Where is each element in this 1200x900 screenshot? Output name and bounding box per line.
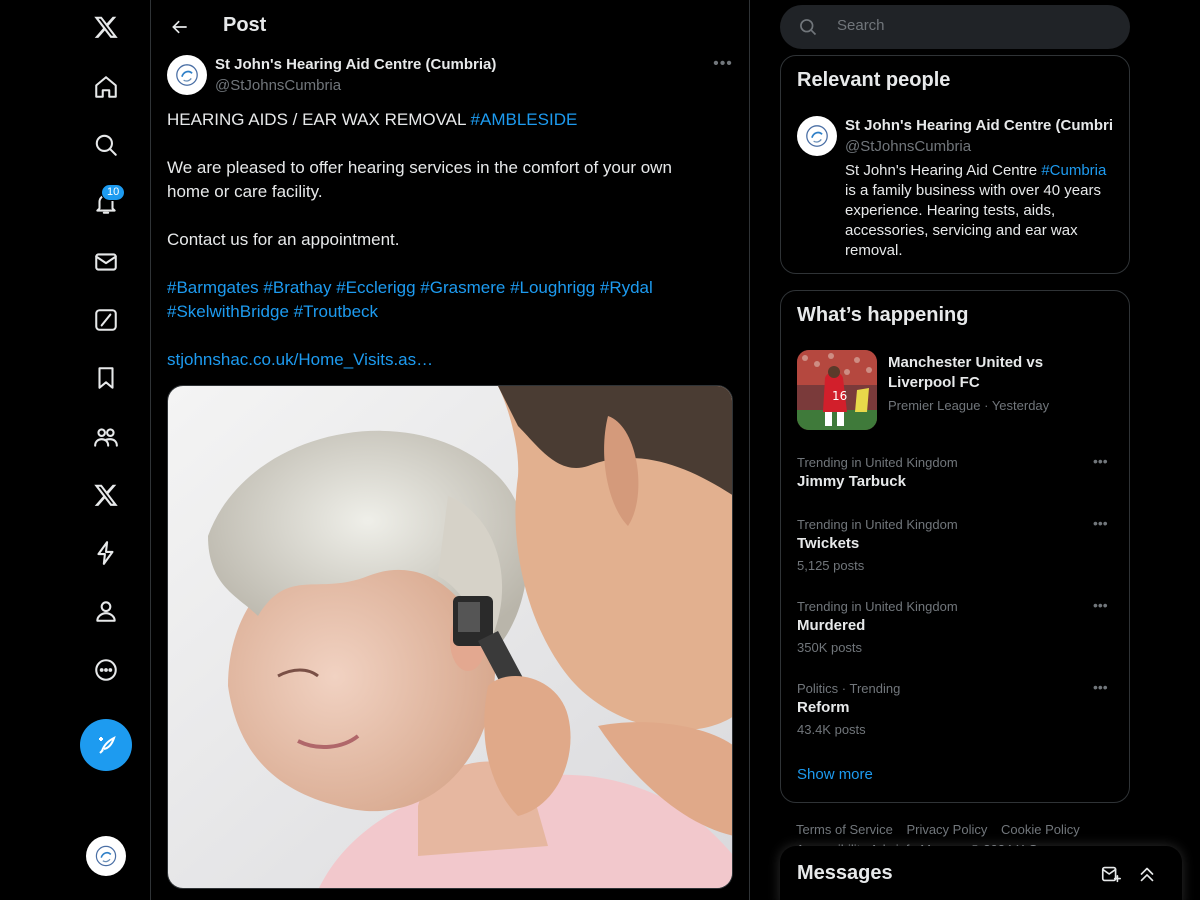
expand-chevron-up-icon[interactable] xyxy=(1136,863,1158,885)
trend-more-button[interactable]: ••• xyxy=(1093,453,1108,469)
explore-search-icon[interactable] xyxy=(84,123,128,167)
hearing-logo-icon xyxy=(176,64,198,86)
relevant-person-handle[interactable]: @StJohnsCumbria xyxy=(845,138,971,155)
event-title[interactable]: Manchester United vs Liverpool FC xyxy=(888,353,1088,393)
hashtag-link[interactable]: #Cumbria xyxy=(1041,162,1106,179)
new-message-icon[interactable] xyxy=(1100,863,1122,885)
notifications-badge: 10 xyxy=(101,184,126,201)
trend-name: Murdered xyxy=(797,617,866,634)
left-nav: 10 xyxy=(0,0,151,900)
hashtag-link[interactable]: #Brathay xyxy=(263,278,331,297)
post-detail-column: Post St John's Hearing Aid Centre (Cumbr… xyxy=(151,0,750,900)
post-header: Post xyxy=(151,0,749,53)
hashtag-link[interactable]: #Troutbeck xyxy=(294,302,378,321)
trend-name: Reform xyxy=(797,699,850,716)
premium-x-icon[interactable] xyxy=(84,473,128,517)
ellipsis-icon: ••• xyxy=(1093,515,1108,531)
post-media-image[interactable] xyxy=(167,385,733,889)
verified-orgs-lightning-icon[interactable] xyxy=(84,531,128,575)
footer-link[interactable]: Privacy Policy xyxy=(906,822,987,837)
trend-context: Trending in United Kingdom xyxy=(797,517,958,532)
panel-title: Relevant people xyxy=(797,69,951,91)
more-options-icon[interactable] xyxy=(84,648,128,692)
post-paragraph: Contact us for an appointment. xyxy=(167,230,400,249)
post-text: HEARING AIDS / EAR WAX REMOVAL #AMBLESID… xyxy=(167,108,707,372)
post-paragraph: We are pleased to offer hearing services… xyxy=(167,158,672,201)
feather-plus-icon xyxy=(99,736,116,754)
football-player-photo: 16 xyxy=(797,350,877,430)
footer-link[interactable]: Cookie Policy xyxy=(1001,822,1080,837)
panel-title: What’s happening xyxy=(797,304,969,326)
communities-icon[interactable] xyxy=(84,415,128,459)
hearing-logo-icon xyxy=(806,125,828,147)
search-icon xyxy=(800,19,817,36)
relevant-person-bio: St John's Hearing Aid Centre #Cumbria is… xyxy=(845,161,1117,261)
bookmarks-icon[interactable] xyxy=(84,356,128,400)
trend-context: Politics · Trending xyxy=(797,681,901,696)
trend-count: 350K posts xyxy=(797,640,863,655)
trend-more-button[interactable]: ••• xyxy=(1093,515,1108,531)
messages-title: Messages xyxy=(797,862,893,884)
hashtag-link[interactable]: #Rydal xyxy=(600,278,653,297)
hashtag-link[interactable]: #SkelwithBridge xyxy=(167,302,289,321)
trend-item[interactable]: Politics · Trending Reform 43.4K posts •… xyxy=(781,679,1129,743)
trend-more-button[interactable]: ••• xyxy=(1093,597,1108,613)
hashtag-link[interactable]: #Grasmere xyxy=(420,278,505,297)
hashtag-link[interactable]: #AMBLESIDE xyxy=(471,110,578,129)
author-handle[interactable]: @StJohnsCumbria xyxy=(215,77,341,94)
external-link[interactable]: stjohnshac.co.uk/Home_Visits.as… xyxy=(167,350,433,369)
bio-text: St John's Hearing Aid Centre xyxy=(845,162,1042,179)
search-placeholder: Search xyxy=(837,17,885,34)
footer-links: Terms of Service Privacy Policy Cookie P… xyxy=(796,822,1090,837)
trend-item[interactable]: Trending in United Kingdom Murdered 350K… xyxy=(781,597,1129,661)
page-title: Post xyxy=(223,14,267,36)
relevant-person-avatar[interactable] xyxy=(797,116,837,156)
trend-item[interactable]: Trending in United Kingdom Jimmy Tarbuck… xyxy=(781,453,1129,517)
grok-icon[interactable] xyxy=(84,298,128,342)
hashtag-link[interactable]: #Barmgates xyxy=(167,278,259,297)
post-headline: HEARING AIDS / EAR WAX REMOVAL xyxy=(167,110,471,129)
relevant-people-panel: Relevant people St John's Hearing Aid Ce… xyxy=(780,55,1130,274)
trend-count: 5,125 posts xyxy=(797,558,865,573)
trend-more-button[interactable]: ••• xyxy=(1093,679,1108,695)
home-icon[interactable] xyxy=(84,65,128,109)
profile-icon[interactable] xyxy=(84,589,128,633)
hashtag-link[interactable]: #Ecclerigg xyxy=(336,278,415,297)
ellipsis-icon: ••• xyxy=(1093,453,1108,469)
back-button[interactable] xyxy=(163,10,197,44)
author-avatar[interactable] xyxy=(167,55,207,95)
messages-drawer[interactable]: Messages xyxy=(780,846,1182,900)
whats-happening-panel: What’s happening 16 Manchester United vs… xyxy=(780,290,1130,803)
hearing-logo-icon xyxy=(95,845,117,867)
hearing-exam-photo xyxy=(168,386,732,888)
search-input[interactable]: Search xyxy=(780,5,1130,49)
trend-count: 43.4K posts xyxy=(797,722,866,737)
bio-text: is a family business with over 40 years … xyxy=(845,182,1101,259)
notifications-bell-icon[interactable]: 10 xyxy=(84,181,128,225)
event-thumbnail[interactable]: 16 xyxy=(797,350,877,430)
messages-mail-icon[interactable] xyxy=(84,240,128,284)
ellipsis-icon: ••• xyxy=(1093,679,1108,695)
hashtag-link[interactable]: #Loughrigg xyxy=(510,278,595,297)
trend-context: Trending in United Kingdom xyxy=(797,455,958,470)
show-more-link[interactable]: Show more xyxy=(797,766,873,783)
x-logo-icon[interactable] xyxy=(84,5,128,49)
trend-name: Jimmy Tarbuck xyxy=(797,473,906,490)
event-meta: Premier League · Yesterday xyxy=(888,398,1050,413)
author-name[interactable]: St John's Hearing Aid Centre (Cumbria) xyxy=(215,56,496,73)
footer-link[interactable]: Terms of Service xyxy=(796,822,893,837)
trend-name: Twickets xyxy=(797,535,860,552)
trend-item[interactable]: Trending in United Kingdom Twickets 5,12… xyxy=(781,515,1129,579)
relevant-person-name[interactable]: St John's Hearing Aid Centre (Cumbria) xyxy=(845,117,1113,134)
compose-post-button[interactable] xyxy=(80,719,132,771)
post-more-options-button[interactable]: ••• xyxy=(709,55,737,77)
ellipsis-icon: ••• xyxy=(713,55,733,72)
trend-context: Trending in United Kingdom xyxy=(797,599,958,614)
ellipsis-icon: ••• xyxy=(1093,597,1108,613)
account-avatar[interactable] xyxy=(86,836,126,876)
svg-text:16: 16 xyxy=(832,389,847,403)
arrow-left-icon xyxy=(172,20,187,34)
